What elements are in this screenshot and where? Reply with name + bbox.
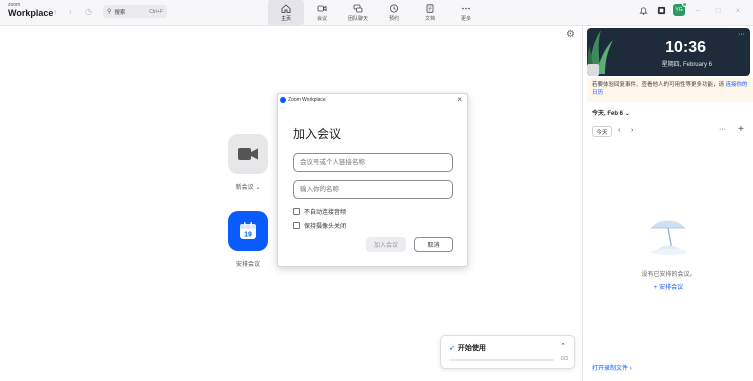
close-icon[interactable]: × xyxy=(457,95,462,104)
plant-illustration-icon xyxy=(587,30,613,76)
bell-icon[interactable] xyxy=(637,4,649,16)
join-button[interactable]: 加入会议 xyxy=(366,237,406,252)
history-icon[interactable]: ◷ xyxy=(85,7,92,16)
home-icon xyxy=(281,3,291,13)
more-options-icon[interactable]: ··· xyxy=(738,31,745,38)
calendar-connect-banner: 若要体验回复事件、查看他人的可用性等更多功能，请 连接你的日历 xyxy=(587,78,753,102)
schedule-meeting-button[interactable]: 19 xyxy=(228,211,268,251)
previous-day-icon[interactable]: ‹ xyxy=(618,127,620,134)
progress-bar xyxy=(449,359,554,361)
minimize-icon[interactable]: – xyxy=(691,6,705,15)
dialog-heading: 加入会议 xyxy=(293,127,342,141)
name-input[interactable] xyxy=(293,180,453,199)
tab-label: 文档 xyxy=(424,15,435,22)
dialog-titlebar: Zoom Workplace xyxy=(280,97,326,103)
document-icon xyxy=(426,3,434,13)
video-off-option[interactable]: 保持摄像头关闭 xyxy=(293,221,346,230)
calendar-icon: 19 xyxy=(240,222,256,239)
schedule-meeting-link[interactable]: + 安排会议 xyxy=(583,282,753,291)
zoom-logo-icon xyxy=(280,97,286,103)
clock-time: 10:36 xyxy=(665,39,706,56)
schedule-meeting-label: 安排会议 xyxy=(235,262,260,268)
banner-text: 若要体验回复事件、查看他人的可用性等更多功能，请 xyxy=(592,82,725,88)
tab-label: 预约 xyxy=(388,15,399,22)
chat-bubbles-icon xyxy=(353,4,363,12)
no-audio-option[interactable]: 不自动连接音频 xyxy=(293,207,346,216)
calendar-day: 19 xyxy=(244,232,252,239)
rocket-icon: ➶ xyxy=(449,345,455,352)
dialog-window-title: Zoom Workplace xyxy=(288,97,326,103)
avatar[interactable]: YG xyxy=(673,2,687,16)
next-day-icon[interactable]: › xyxy=(631,127,633,134)
today-header[interactable]: 今天, Feb 6 ⌄ xyxy=(592,108,630,117)
forward-arrow-icon[interactable]: › xyxy=(69,7,72,16)
online-status-icon xyxy=(682,2,687,7)
video-off-checkbox[interactable] xyxy=(293,222,300,229)
cancel-button[interactable]: 取消 xyxy=(414,237,453,252)
main-tabs: 主页 会议 团队聊天 预约 文档 更多 xyxy=(268,0,484,25)
video-off-label: 保持摄像头关闭 xyxy=(304,224,347,230)
meeting-id-input[interactable] xyxy=(293,153,453,172)
close-window-icon[interactable]: × xyxy=(731,6,745,15)
search-shortcut: Ctrl+F xyxy=(149,8,163,15)
gear-icon[interactable]: ⚙ xyxy=(566,29,575,40)
tab-label: 主页 xyxy=(280,15,291,22)
new-meeting-button[interactable] xyxy=(228,134,268,174)
avatar-initials: YG xyxy=(675,7,683,13)
video-camera-icon xyxy=(317,5,327,11)
getting-started-title-row: ➶ 开始使用 xyxy=(449,343,486,353)
add-event-icon[interactable]: + xyxy=(738,124,744,135)
tab-docs[interactable]: 文档 xyxy=(412,0,448,25)
beach-umbrella-illustration-icon xyxy=(651,220,687,255)
app-brand: zoom Workplace xyxy=(8,3,53,18)
chevron-down-icon[interactable]: ⌄ xyxy=(255,185,260,191)
getting-started-panel[interactable]: ➶ 开始使用 ⌃ 0/3 xyxy=(440,335,575,369)
calendar-panel: 10:36 星期四, February 6 ··· 若要体验回复事件、查看他人的… xyxy=(582,26,753,381)
no-audio-label: 不自动连接音频 xyxy=(304,210,347,216)
window-controls: YG – □ × xyxy=(637,2,745,16)
maximize-icon[interactable]: □ xyxy=(711,6,725,15)
tab-meetings[interactable]: 会议 xyxy=(304,0,340,25)
clock-card: 10:36 星期四, February 6 ··· xyxy=(587,28,750,76)
collapse-chevron-icon[interactable]: ⌃ xyxy=(560,342,566,350)
brand-name: Workplace xyxy=(8,8,54,18)
chevron-right-icon: › xyxy=(629,366,632,372)
today-button[interactable]: 今天 xyxy=(592,126,612,137)
tab-home[interactable]: 主页 xyxy=(268,0,304,25)
search-icon: ⚲ xyxy=(107,9,112,15)
search-label: 搜索 xyxy=(114,9,126,16)
tab-more[interactable]: 更多 xyxy=(448,0,484,25)
tab-label: 会议 xyxy=(316,15,327,22)
video-camera-icon xyxy=(238,148,258,160)
whiteboard-icon[interactable] xyxy=(655,4,667,16)
tab-scheduler[interactable]: 预约 xyxy=(376,0,412,25)
clock-icon xyxy=(390,4,398,12)
new-meeting-label-row[interactable]: 新会议 ⌄ xyxy=(218,182,278,191)
progress-count: 0/3 xyxy=(561,356,568,362)
getting-started-title: 开始使用 xyxy=(457,345,486,352)
today-label: 今天, Feb 6 xyxy=(592,111,624,117)
no-meetings-text: 没有已安排的会议。 xyxy=(641,272,696,278)
tab-label: 更多 xyxy=(460,15,471,22)
open-recordings-link[interactable]: 打开录制文件 › xyxy=(592,363,632,372)
tab-team-chat[interactable]: 团队聊天 xyxy=(340,0,376,25)
search-box[interactable]: ⚲ 搜索 Ctrl+F xyxy=(103,5,167,18)
back-arrow-icon[interactable]: ‹ xyxy=(54,7,57,16)
tab-label: 团队聊天 xyxy=(347,15,368,22)
recordings-label: 打开录制文件 xyxy=(592,366,629,372)
chevron-down-icon: ⌄ xyxy=(624,111,630,117)
clock-date: 星期四, February 6 xyxy=(661,62,712,68)
ellipsis-icon xyxy=(462,7,470,9)
new-meeting-label: 新会议 xyxy=(235,185,254,191)
top-bar: zoom Workplace ‹ › ◷ ⚲ 搜索 Ctrl+F 主页 会议 团… xyxy=(0,0,753,26)
more-options-icon[interactable]: ··· xyxy=(719,126,726,133)
no-audio-checkbox[interactable] xyxy=(293,208,300,215)
